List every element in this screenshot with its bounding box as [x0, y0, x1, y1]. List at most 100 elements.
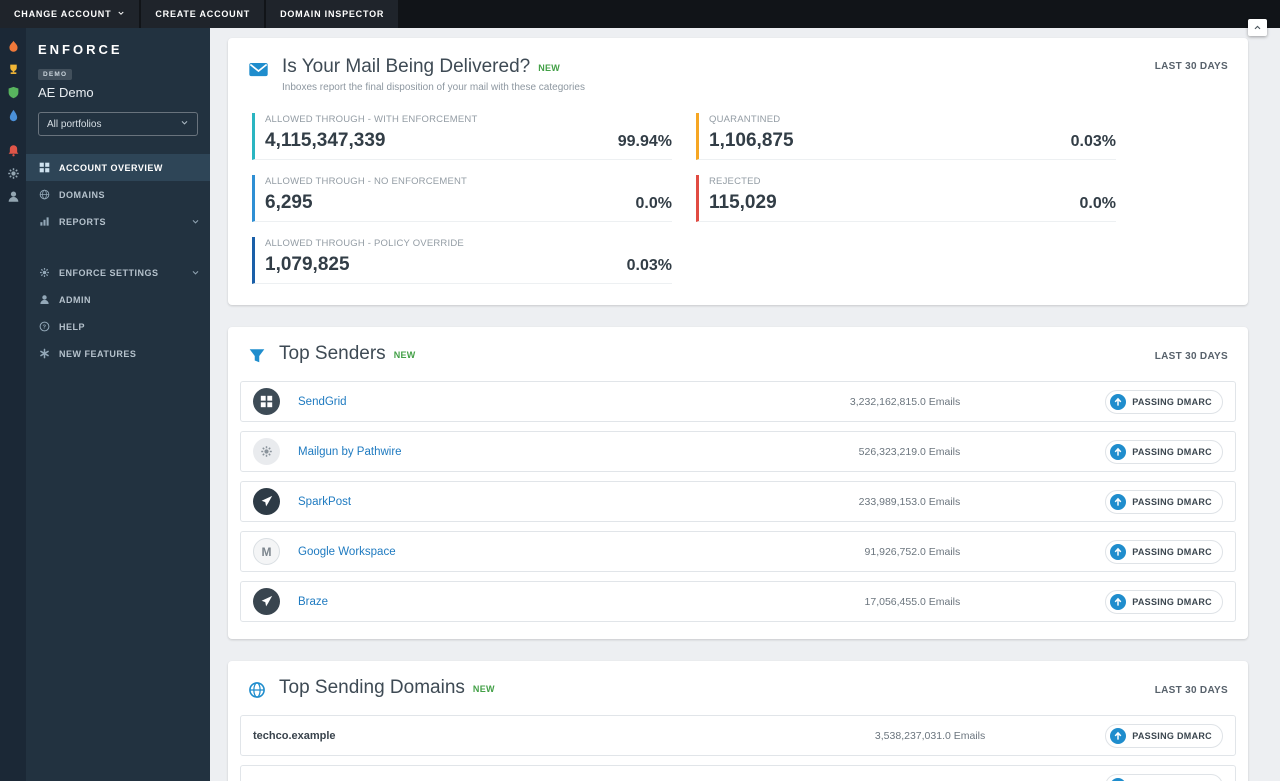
period-label: LAST 30 DAYS [1154, 61, 1228, 72]
badge-label: PASSING DMARC [1132, 546, 1212, 557]
domain-row: techco.example 3,538,237,031.0 Emails PASS… [240, 715, 1236, 756]
gear-icon[interactable] [7, 167, 20, 180]
stat-allowed-no-enforcement: ALLOWED THROUGH - NO ENFORCEMENT 6,295 0.0… [252, 175, 672, 222]
stat-quarantined: QUARANTINED 1,106,875 0.03% [696, 113, 1116, 160]
environment-badge: DEMO [38, 69, 73, 80]
stat-label: ALLOWED THROUGH - POLICY OVERRIDE [265, 238, 464, 249]
sidebar-item-label: ENFORCE SETTINGS [59, 267, 159, 278]
new-badge: NEW [393, 350, 416, 360]
sender-link[interactable]: Google Workspace [298, 546, 396, 558]
sidebar-item-label: NEW FEATURES [59, 348, 137, 359]
stat-value: 1,079,825 [265, 254, 350, 275]
chevron-down-icon [191, 217, 200, 226]
sidebar-item-label: ACCOUNT OVERVIEW [59, 162, 163, 173]
grid-icon [39, 162, 50, 173]
top-domains-list: techco.example 3,538,237,031.0 Emails PASS… [240, 715, 1236, 781]
email-count: 91,926,752.0 Emails [864, 545, 961, 558]
sidebar: ENFORCE DEMO AE Demo All portfolios ACCO… [26, 28, 210, 781]
badge-label: PASSING DMARC [1132, 446, 1212, 457]
delivery-stats: ALLOWED THROUGH - WITH ENFORCEMENT 4,115,… [248, 113, 1228, 299]
passing-dmarc-badge: PASSING DMARC [1105, 773, 1223, 781]
top-domains-card: Top Sending Domains NEW LAST 30 DAYS tec… [228, 661, 1248, 781]
email-count: 233,989,153.0 Emails [858, 495, 961, 508]
google-workspace-logo-icon: M [253, 538, 280, 565]
stats-col-0: ALLOWED THROUGH - WITH ENFORCEMENT 4,115,… [252, 113, 672, 299]
help-icon: ? [39, 321, 50, 332]
sidebar-item-reports[interactable]: REPORTS [26, 208, 210, 235]
sidebar-item-enforce-settings[interactable]: ENFORCE SETTINGS [26, 259, 210, 286]
passing-dmarc-badge: PASSING DMARC [1105, 489, 1223, 514]
dmarc-pass-icon [1110, 393, 1127, 410]
stat-value: 4,115,347,339 [265, 130, 386, 151]
stats-col-1: QUARANTINED 1,106,875 0.03% REJECTED 115,029… [696, 113, 1116, 299]
trophy-icon[interactable] [7, 63, 20, 76]
enforce-logo: ENFORCE [38, 42, 123, 57]
dmarc-pass-icon [1110, 543, 1127, 560]
sidebar-item-label: REPORTS [59, 216, 107, 227]
sender-row: M Google Workspace 91,926,752.0 Emails PASS… [240, 531, 1236, 572]
badge-label: PASSING DMARC [1132, 496, 1212, 507]
badge-label: PASSING DMARC [1132, 596, 1212, 607]
stat-label: REJECTED [709, 176, 761, 187]
user-icon[interactable] [7, 190, 20, 203]
change-account-button[interactable]: CHANGE ACCOUNT [0, 0, 140, 28]
stat-percent: 0.03% [626, 257, 672, 274]
sender-link[interactable]: SendGrid [298, 396, 347, 408]
topbar-button-label: CREATE ACCOUNT [155, 9, 251, 19]
domain-row: realestateco.example45,079,322.0 EmailsP… [240, 765, 1236, 781]
sidebar-item-label: HELP [59, 321, 86, 332]
dmarc-pass-icon [1110, 777, 1126, 781]
sidebar-item-domains[interactable]: DOMAINS [26, 181, 210, 208]
badge-label: PASSING DMARC [1132, 396, 1212, 407]
sidebar-item-admin[interactable]: ADMIN [26, 286, 210, 313]
delivery-card: Is Your Mail Being Delivered? NEW Inboxe… [228, 38, 1248, 305]
stat-percent: 99.94% [617, 133, 672, 150]
create-account-button[interactable]: CREATE ACCOUNT [141, 0, 265, 28]
top-senders-header: Top Senders NEW LAST 30 DAYS [240, 343, 1236, 365]
sidebar-item-label: ADMIN [59, 294, 91, 305]
top-domains-header: Top Sending Domains NEW LAST 30 DAYS [240, 677, 1236, 699]
scroll-to-top-button[interactable] [1248, 19, 1267, 36]
sidebar-item-new-features[interactable]: NEW FEATURES [26, 340, 210, 367]
portfolio-select[interactable]: All portfolios [38, 112, 198, 136]
top-senders-title: Top Senders [279, 343, 386, 364]
stat-value: 6,295 [265, 192, 313, 213]
domain-inspector-button[interactable]: DOMAIN INSPECTOR [266, 0, 399, 28]
sidebar-item-help[interactable]: ? HELP [26, 313, 210, 340]
braze-logo-icon [253, 588, 280, 615]
new-badge: NEW [472, 684, 495, 694]
bell-icon[interactable] [7, 144, 20, 157]
passing-dmarc-badge: PASSING DMARC [1105, 389, 1223, 414]
dmarc-pass-icon [1110, 493, 1127, 510]
drop-icon[interactable] [7, 109, 20, 122]
sender-row: Mailgun by Pathwire 526,323,219.0 Emails P… [240, 431, 1236, 472]
sender-link[interactable]: Mailgun by Pathwire [298, 446, 402, 458]
dmarc-pass-icon [1110, 443, 1127, 460]
sender-row: Braze 17,056,455.0 Emails PASSING DMARC [240, 581, 1236, 622]
topbar: CHANGE ACCOUNT CREATE ACCOUNT DOMAIN INSPE… [0, 0, 1280, 28]
badge-label: PASSING DMARC [1132, 730, 1212, 741]
sidebar-item-account-overview[interactable]: ACCOUNT OVERVIEW [26, 154, 210, 181]
top-senders-list: SendGrid 3,232,162,815.0 Emails PASSING DM… [240, 381, 1236, 622]
globe-icon [39, 189, 50, 200]
sender-link[interactable]: SparkPost [298, 496, 351, 508]
email-count: 3,538,237,031.0 Emails [874, 729, 986, 742]
stat-percent: 0.03% [1070, 133, 1116, 150]
shield-icon[interactable] [7, 86, 20, 99]
stat-percent: 0.0% [1079, 195, 1116, 212]
email-count: 3,232,162,815.0 Emails [849, 395, 961, 408]
new-badge: NEW [538, 63, 561, 73]
main-content: Is Your Mail Being Delivered? NEW Inboxe… [210, 19, 1280, 781]
icon-rail [0, 28, 26, 781]
mail-icon [248, 59, 269, 80]
sender-link[interactable]: Braze [298, 596, 328, 608]
flame-icon[interactable] [7, 40, 20, 53]
domain-name: techco.example [253, 729, 336, 742]
sender-row: SparkPost 233,989,153.0 Emails PASSING DMA… [240, 481, 1236, 522]
topbar-button-label: DOMAIN INSPECTOR [280, 9, 385, 19]
top-senders-card: Top Senders NEW LAST 30 DAYS SendGrid 3,2… [228, 327, 1248, 639]
sidebar-nav: ACCOUNT OVERVIEW DOMAINS REPORTS ENFORCE SE… [26, 154, 210, 367]
stat-percent: 0.0% [635, 195, 672, 212]
period-label: LAST 30 DAYS [1154, 685, 1228, 696]
topbar-button-label: CHANGE ACCOUNT [14, 9, 112, 19]
